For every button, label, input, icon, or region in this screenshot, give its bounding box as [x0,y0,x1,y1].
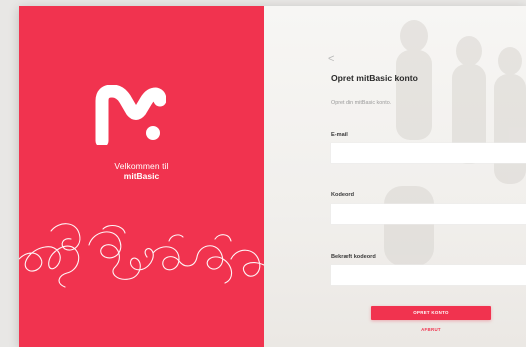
email-label: E-mail [331,132,348,138]
page-title: Opret mitBasic konto [331,73,418,83]
confirm-password-label: Bekræft kodeord [331,254,376,260]
confirm-password-input[interactable] [331,265,526,285]
m-logo-icon [95,85,166,145]
chevron-left-icon: < [328,53,335,65]
password-input[interactable] [331,204,526,224]
signup-window: Velkommen til mitBasic < Opret mitBasic … [19,6,526,347]
background-people-photo [384,20,526,266]
back-button[interactable]: < [328,52,342,66]
create-account-button[interactable]: OPRET KONTO [371,306,491,320]
form-panel: < Opret mitBasic konto Opret din mitBasi… [264,6,526,347]
password-label: Kodeord [331,192,354,198]
email-input[interactable] [331,143,526,163]
welcome-text: Velkommen til [114,161,169,171]
brand-panel: Velkommen til mitBasic [19,6,264,347]
page-subtitle: Opret din mitBasic konto. [331,100,392,106]
line-art-people-illustration [19,223,264,288]
welcome-brand-name: mitBasic [123,171,160,181]
cancel-link[interactable]: AFBRUT [371,327,491,332]
